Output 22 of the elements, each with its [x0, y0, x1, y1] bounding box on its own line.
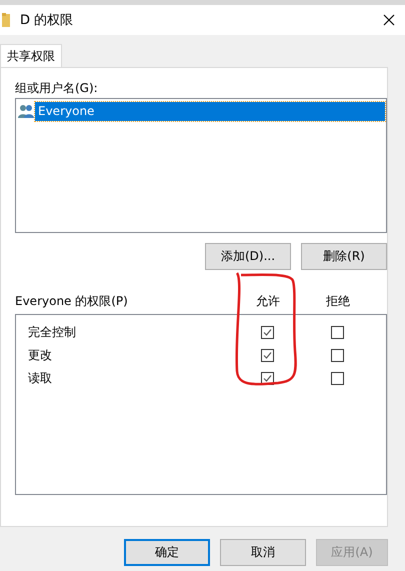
folder-icon: [2, 13, 10, 27]
column-header: 拒绝: [325, 292, 351, 310]
window-title: D 的权限: [20, 12, 74, 29]
group-label: 组或用户名(G):: [15, 80, 99, 97]
permissions-label: Everyone 的权限(P): [15, 292, 129, 310]
dialog-button[interactable]: 删除(R): [301, 243, 387, 270]
dialog-button[interactable]: 确定: [124, 539, 210, 566]
users-icon: [17, 104, 35, 118]
checkbox[interactable]: [260, 349, 274, 362]
permission-name: 完全控制: [28, 324, 77, 341]
permission-name: 读取: [28, 370, 53, 387]
checkbox[interactable]: [260, 326, 274, 339]
column-header: 允许: [255, 292, 281, 310]
checkbox[interactable]: [330, 326, 344, 339]
list-item[interactable]: Everyone: [35, 102, 385, 120]
checkbox[interactable]: [330, 372, 344, 385]
tab[interactable]: 共享权限: [0, 44, 62, 68]
permission-name: 更改: [28, 347, 53, 364]
dialog-button[interactable]: 添加(D)...: [205, 243, 291, 270]
checkbox[interactable]: [330, 349, 344, 362]
dialog-button[interactable]: 取消: [220, 539, 306, 566]
close-icon[interactable]: [383, 14, 395, 26]
